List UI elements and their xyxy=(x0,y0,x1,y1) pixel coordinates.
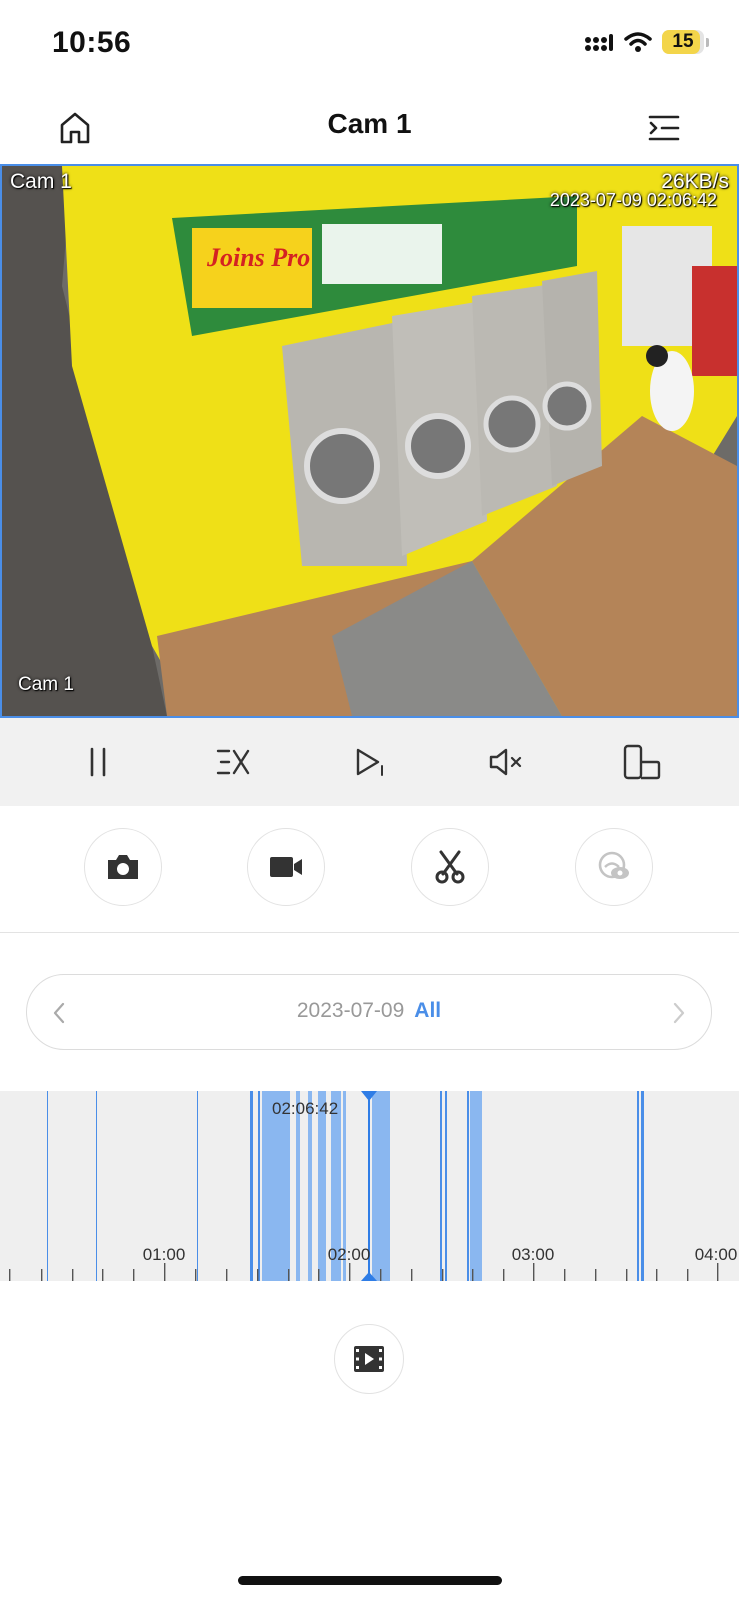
timeline-label: 04:00 xyxy=(694,1245,738,1264)
pause-icon xyxy=(90,747,106,777)
status-indicators: 15 xyxy=(584,30,709,54)
speed-icon xyxy=(216,749,250,775)
snapshot-icon xyxy=(108,855,138,879)
step-play-button[interactable] xyxy=(346,738,394,786)
chevron-right-icon xyxy=(673,1002,685,1024)
recording-timeline[interactable]: 02:06:42 01:00 02:00 03:00 04:00 xyxy=(0,1091,739,1281)
speed-button[interactable] xyxy=(209,738,257,786)
video-clip-icon xyxy=(354,1346,384,1372)
rotate-screen-button[interactable] xyxy=(618,738,666,786)
clip-button[interactable] xyxy=(411,828,489,906)
date-value: 2023-07-09 xyxy=(296,999,405,1022)
battery-indicator: 15 xyxy=(662,30,704,54)
wifi-icon xyxy=(624,32,652,52)
timeline-label: 03:00 xyxy=(511,1245,555,1264)
clip-scissors-icon xyxy=(435,850,465,884)
home-indicator[interactable] xyxy=(238,1576,502,1585)
camera-video-feed[interactable]: Joins Pro Cam 1 26KB/s 2023-07-09 02:06:… xyxy=(0,164,739,718)
navigation-bar: Cam 1 xyxy=(0,88,739,164)
filter-all[interactable]: All xyxy=(414,999,441,1022)
camera-label-bottom: Cam 1 xyxy=(18,674,74,695)
video-timestamp: 2023-07-09 02:06:42 xyxy=(549,190,717,210)
page-title: Cam 1 xyxy=(327,108,412,139)
action-buttons xyxy=(0,806,739,933)
signal-icon xyxy=(585,34,613,51)
play-step-icon xyxy=(356,748,383,776)
timeline-current-time: 02:06:42 xyxy=(272,1099,339,1118)
video-clips-button[interactable] xyxy=(334,1324,404,1394)
battery-level-text: 15 xyxy=(672,31,694,52)
rotate-screen-icon xyxy=(623,744,661,780)
record-button[interactable] xyxy=(247,828,325,906)
mute-icon xyxy=(489,748,522,776)
svg-text:Joins Pro: Joins Pro xyxy=(206,243,310,272)
menu-collapse-icon xyxy=(648,115,680,141)
timeline-label: 01:00 xyxy=(142,1245,186,1264)
timeline-label: 02:00 xyxy=(327,1245,371,1264)
record-icon xyxy=(270,857,302,877)
playback-controls xyxy=(0,718,739,806)
privacy-eye-icon xyxy=(598,851,629,879)
date-display[interactable]: 2023-07-09 All xyxy=(27,999,711,1023)
date-selector: 2023-07-09 All xyxy=(26,974,712,1050)
menu-button[interactable] xyxy=(642,106,686,150)
privacy-button[interactable] xyxy=(575,828,653,906)
pause-button[interactable] xyxy=(74,738,122,786)
status-bar: 10:56 15 xyxy=(0,0,739,88)
camera-label-top: Cam 1 xyxy=(10,170,72,193)
mute-button[interactable] xyxy=(482,738,530,786)
camera-scene: Joins Pro xyxy=(2,166,737,716)
status-time: 10:56 xyxy=(52,26,132,59)
battery-nub xyxy=(706,37,709,47)
snapshot-button[interactable] xyxy=(84,828,162,906)
next-day-button[interactable] xyxy=(665,999,693,1027)
